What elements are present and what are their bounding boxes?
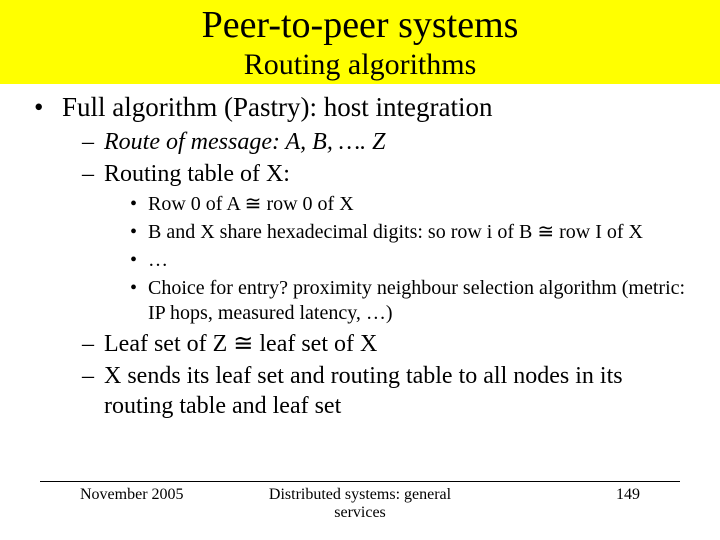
inner4-text: Choice for entry? proximity neighbour se… [148, 276, 686, 326]
bullet-level2: – Route of message: A, B, …. Z [82, 127, 686, 157]
bullet-level1: • Full algorithm (Pastry): host integrat… [34, 92, 686, 123]
footer-date: November 2005 [80, 486, 267, 522]
bullet-dash-icon: – [82, 159, 104, 189]
bullet-dot-icon: • [130, 248, 148, 273]
sub2-text: Routing table of X: [104, 159, 290, 189]
inner2-text: B and X share hexadecimal digits: so row… [148, 220, 643, 245]
bullet-level2: – X sends its leaf set and routing table… [82, 361, 686, 421]
bullet-level3: • B and X share hexadecimal digits: so r… [130, 220, 686, 245]
bullet1-text: Full algorithm (Pastry): host integratio… [62, 92, 492, 123]
bullet-dash-icon: – [82, 329, 104, 359]
bullet-dot-icon: • [130, 220, 148, 245]
slide-header: Peer-to-peer systems Routing algorithms [0, 0, 720, 84]
bullet-dash-icon: – [82, 361, 104, 421]
sub3-text: Leaf set of Z ≅ leaf set of X [104, 329, 377, 359]
inner1-text: Row 0 of A ≅ row 0 of X [148, 192, 354, 217]
bullet-dot-icon: • [34, 92, 62, 123]
slide-title: Peer-to-peer systems [0, 4, 720, 48]
slide-footer: November 2005 Distributed systems: gener… [40, 481, 680, 522]
footer-course: Distributed systems: general services [267, 486, 454, 522]
slide-content: • Full algorithm (Pastry): host integrat… [0, 84, 720, 421]
bullet-dot-icon: • [130, 276, 148, 326]
bullet-dash-icon: – [82, 127, 104, 157]
bullet-level3: • … [130, 248, 686, 273]
bullet-level3: • Row 0 of A ≅ row 0 of X [130, 192, 686, 217]
inner3-text: … [148, 248, 168, 273]
sub4-text: X sends its leaf set and routing table t… [104, 361, 686, 421]
bullet-level3: • Choice for entry? proximity neighbour … [130, 276, 686, 326]
sub1-text: Route of message: A, B, …. Z [104, 127, 386, 157]
footer-page-number: 149 [453, 486, 640, 522]
bullet-dot-icon: • [130, 192, 148, 217]
bullet-level2: – Leaf set of Z ≅ leaf set of X [82, 329, 686, 359]
slide-subtitle: Routing algorithms [0, 48, 720, 83]
bullet-level2: – Routing table of X: [82, 159, 686, 189]
